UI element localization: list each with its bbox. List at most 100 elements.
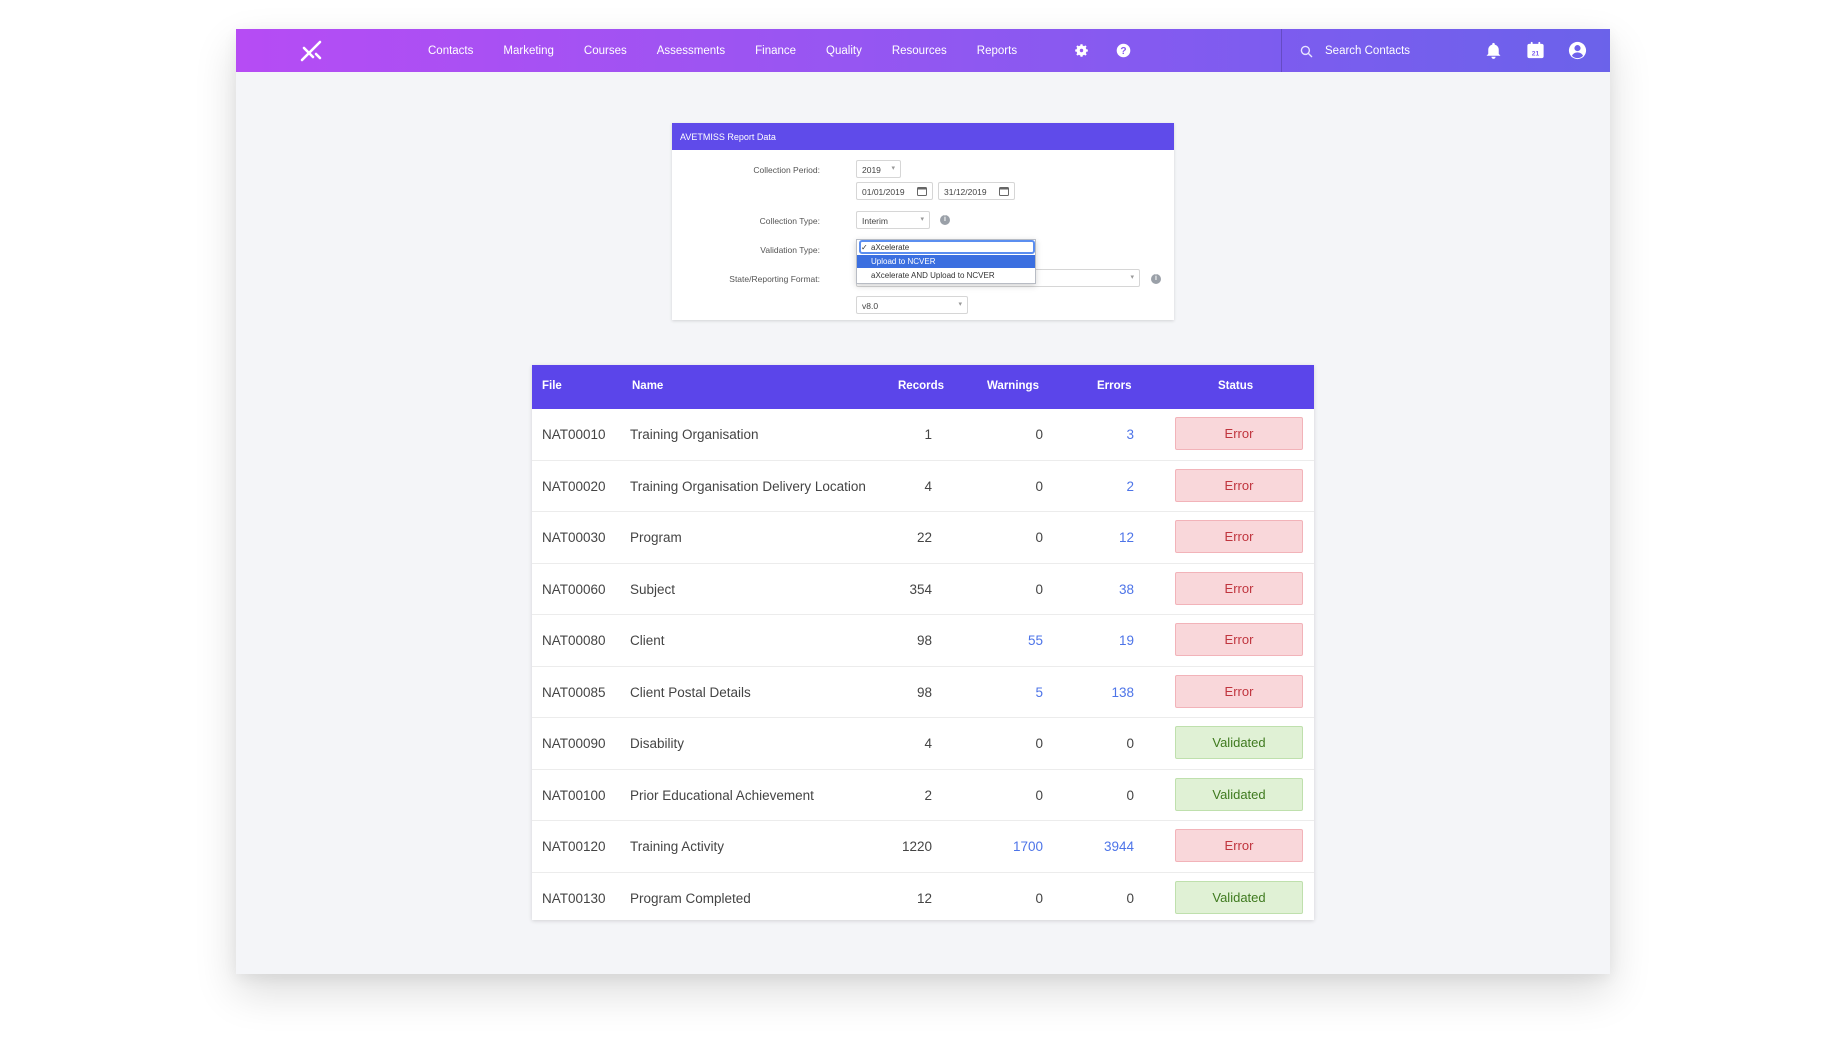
nav-resources[interactable]: Resources	[877, 45, 962, 57]
errors-count: 0	[1126, 787, 1134, 803]
status-badge[interactable]: Validated	[1175, 777, 1303, 811]
nav-courses[interactable]: Courses	[569, 45, 642, 57]
warnings-count[interactable]: 1700	[983, 839, 1043, 854]
nav-contacts[interactable]: Contacts	[413, 45, 488, 57]
table-row[interactable]: NAT00060 Subject 354 0 38 Error	[532, 564, 1314, 615]
nav-quality[interactable]: Quality	[811, 45, 877, 57]
bell-icon[interactable]	[1483, 40, 1504, 61]
status-badge[interactable]: Error	[1175, 520, 1303, 553]
status-badge[interactable]: Error	[1175, 571, 1303, 605]
search-icon	[1300, 45, 1313, 57]
status-badge[interactable]: Validated	[1175, 880, 1303, 914]
status-badge[interactable]: Error	[1175, 468, 1303, 502]
calendar-icon[interactable]	[917, 186, 927, 196]
start-date-input[interactable]: 01/01/2019	[856, 182, 933, 200]
nav-reports[interactable]: Reports	[962, 45, 1032, 57]
table-row[interactable]: NAT00010 Training Organisation 1 0 3 Error	[532, 409, 1314, 461]
errors-count[interactable]: 12	[1074, 530, 1134, 545]
calendar-icon[interactable]	[999, 186, 1009, 196]
search-box[interactable]	[1300, 40, 1500, 62]
svg-text:?: ?	[1120, 46, 1126, 57]
gear-icon[interactable]	[1073, 42, 1090, 59]
validation-option-axcelerate[interactable]: ✓ aXcelerate	[857, 241, 1035, 254]
file-name: Training Organisation	[630, 427, 759, 442]
validation-option-upload-ncver[interactable]: Upload to NCVER	[857, 255, 1035, 268]
errors-count[interactable]: 138	[1074, 685, 1134, 700]
chevron-down-icon: ▾	[958, 301, 962, 308]
records-count: 4	[924, 478, 932, 494]
version-value: v8.0	[862, 301, 879, 311]
table-row[interactable]: NAT00020 Training Organisation Delivery L…	[532, 461, 1314, 512]
start-date-value: 01/01/2019	[862, 187, 905, 197]
errors-count: 0	[1126, 890, 1134, 906]
col-name[interactable]: Name	[632, 380, 663, 392]
errors-count[interactable]: 19	[1074, 633, 1134, 648]
status-badge[interactable]: Error	[1175, 674, 1303, 708]
errors-count[interactable]: 3	[1074, 427, 1134, 442]
nav-finance[interactable]: Finance	[740, 45, 811, 57]
status-badge[interactable]: Validated	[1175, 726, 1303, 759]
collection-type-select[interactable]: Interim ▾	[856, 211, 930, 229]
table-row[interactable]: NAT00080 Client 98 55 19 Error	[532, 615, 1314, 667]
chevron-down-icon: ▾	[1130, 274, 1134, 281]
errors-count[interactable]: 38	[1074, 582, 1134, 597]
col-errors[interactable]: Errors	[1097, 380, 1132, 392]
table-row[interactable]: NAT00085 Client Postal Details 98 5 138 Error	[532, 667, 1314, 718]
file-code: NAT00130	[542, 890, 606, 906]
form-title: AVETMISS Report Data	[672, 123, 1174, 150]
validation-type-label: Validation Type:	[760, 245, 820, 255]
warnings-count: 0	[1035, 736, 1043, 751]
col-records[interactable]: Records	[898, 380, 944, 392]
records-count: 98	[916, 684, 932, 700]
file-code: NAT00120	[542, 839, 606, 854]
user-circle-icon[interactable]	[1567, 40, 1588, 61]
main-nav: Contacts Marketing Courses Assessments F…	[413, 29, 1032, 72]
nav-assessments[interactable]: Assessments	[642, 45, 740, 57]
status-badge[interactable]: Error	[1175, 623, 1303, 656]
col-status[interactable]: Status	[1218, 380, 1253, 392]
logo-icon[interactable]	[298, 38, 324, 64]
info-icon[interactable]: i	[1151, 274, 1161, 284]
year-value: 2019	[862, 165, 881, 175]
end-date-input[interactable]: 31/12/2019	[938, 182, 1015, 200]
validation-type-dropdown[interactable]: ✓ aXcelerate Upload to NCVER aXcelerate A…	[856, 239, 1036, 284]
option-label: aXcelerate AND Upload to NCVER	[871, 271, 995, 280]
errors-count[interactable]: 2	[1074, 479, 1134, 494]
avetmiss-report-form: AVETMISS Report Data Collection Period: …	[672, 123, 1174, 320]
warnings-count: 0	[1035, 787, 1043, 803]
warnings-count: 0	[1035, 478, 1043, 494]
status-badge[interactable]: Error	[1175, 829, 1303, 862]
records-count: 1	[924, 427, 932, 442]
nav-marketing[interactable]: Marketing	[488, 45, 569, 57]
col-file[interactable]: File	[542, 380, 562, 392]
records-count: 1220	[901, 839, 932, 854]
warnings-count[interactable]: 55	[983, 633, 1043, 648]
table-header: File Name Records Warnings Errors Status	[532, 365, 1314, 409]
records-count: 12	[916, 890, 932, 906]
chevron-down-icon: ▾	[920, 216, 924, 223]
table-body: NAT00010 Training Organisation 1 0 3 Error NAT…	[532, 409, 1314, 920]
version-select[interactable]: v8.0 ▾	[856, 296, 968, 314]
col-warnings[interactable]: Warnings	[987, 380, 1039, 392]
table-row[interactable]: NAT00100 Prior Educational Achievement 2 0 0…	[532, 770, 1314, 821]
warnings-count: 0	[1035, 890, 1043, 906]
search-input[interactable]	[1325, 45, 1485, 57]
validation-option-axcelerate-and-upload[interactable]: aXcelerate AND Upload to NCVER	[857, 269, 1035, 282]
file-name: Program	[630, 530, 682, 545]
warnings-count[interactable]: 5	[983, 685, 1043, 700]
warnings-count: 0	[1035, 427, 1043, 442]
table-row[interactable]: NAT00030 Program 22 0 12 Error	[532, 512, 1314, 564]
table-row[interactable]: NAT00090 Disability 4 0 0 Validated	[532, 718, 1314, 770]
table-row[interactable]: NAT00130 Program Completed 12 0 0 Validated	[532, 873, 1314, 921]
file-code: NAT00080	[542, 633, 606, 648]
table-row[interactable]: NAT00120 Training Activity 1220 1700 3944 Err…	[532, 821, 1314, 873]
file-name: Client	[630, 633, 665, 648]
calendar-icon[interactable]: 21	[1525, 40, 1546, 61]
help-icon[interactable]: ?	[1115, 42, 1132, 59]
errors-count[interactable]: 3944	[1074, 839, 1134, 854]
info-icon[interactable]: i	[940, 215, 950, 225]
option-label: Upload to NCVER	[871, 257, 936, 266]
year-select[interactable]: 2019 ▾	[856, 160, 901, 178]
status-badge[interactable]: Error	[1175, 417, 1303, 450]
file-code: NAT00030	[542, 530, 606, 545]
